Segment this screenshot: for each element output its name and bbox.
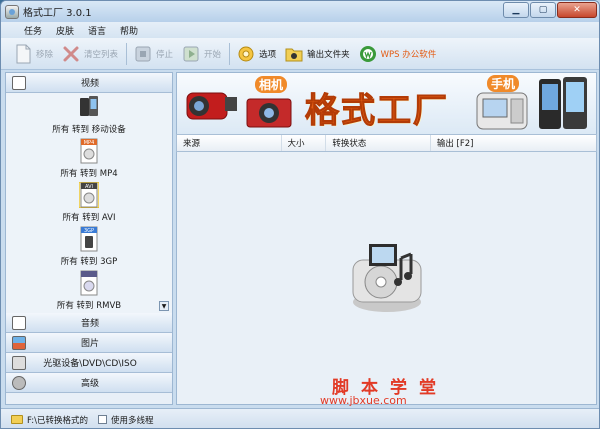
menu-language[interactable]: 语言 <box>81 22 113 38</box>
category-rom[interactable]: 光驱设备\DVD\CD\ISO <box>6 353 172 373</box>
maximize-button[interactable]: ▢ <box>530 2 556 18</box>
3gp-thumb-label: 3GP <box>84 228 94 234</box>
clear-list-label: 清空列表 <box>84 49 119 60</box>
camera-badge: 相机 <box>255 76 288 93</box>
window-controls: ▁ ▢ ✕ <box>502 2 597 18</box>
menu-bar: 任务 皮肤 语言 帮助 <box>1 22 599 38</box>
list-item-avi[interactable]: AVI 所有 转到 AVI <box>6 181 172 225</box>
options-button[interactable]: 选项 <box>236 43 276 65</box>
app-icon <box>5 4 19 19</box>
list-item-rmvb[interactable]: 所有 转到 RMVB <box>6 269 172 313</box>
video-camera-icon <box>186 92 237 120</box>
minimize-button[interactable]: ▁ <box>503 2 529 18</box>
column-header-output[interactable]: 输出 [F2] <box>431 135 596 151</box>
toolbar-separator <box>229 42 231 65</box>
watermark-url: www.jbxue.com <box>320 394 407 407</box>
document-icon <box>16 44 31 63</box>
advanced-tools-icon <box>12 375 26 390</box>
output-path-text[interactable]: F:\已转换格式的 <box>27 414 88 426</box>
multithread-label: 使用多线程 <box>110 415 154 426</box>
list-item-label: 所有 转到 RMVB <box>56 301 122 311</box>
photo-camera-icon <box>246 98 292 128</box>
category-advanced-label: 高级 <box>80 379 99 389</box>
menu-skin[interactable]: 皮肤 <box>49 22 81 38</box>
menu-help[interactable]: 帮助 <box>113 22 145 38</box>
app-window: 格式工厂 3.0.1 ▁ ▢ ✕ 任务 皮肤 语言 帮助 移除 清空列表 停止 … <box>0 0 600 429</box>
task-table-header: 来源 大小 转换状态 输出 [F2] <box>176 134 597 152</box>
multithread-checkbox[interactable] <box>97 415 107 424</box>
scroll-down-arrow[interactable]: ▼ <box>159 301 169 311</box>
column-header-status[interactable]: 转换状态 <box>326 135 431 151</box>
output-folder-label: 输出文件夹 <box>307 49 350 60</box>
list-item-label: 所有 转到 移动设备 <box>52 125 126 135</box>
status-bar: F:\已转换格式的 使用多线程 <box>1 408 599 428</box>
banner-title: 格式工厂 <box>305 91 449 132</box>
category-picture-label: 图片 <box>80 339 99 349</box>
output-folder-button[interactable]: 输出文件夹 <box>284 43 350 65</box>
delete-x-icon <box>63 46 79 61</box>
toolbar: 移除 清空列表 停止 开始 选项 输出文件夹 WPS 办公软件 <box>1 38 599 70</box>
wps-button[interactable]: WPS 办公软件 <box>358 43 437 65</box>
options-label: 选项 <box>259 49 277 60</box>
category-video[interactable]: 视频 <box>6 73 172 93</box>
category-panel: 视频 所有 转到 移动设备 MP4 所有 转到 MP4 AVI 所有 转到 AV… <box>5 72 173 405</box>
task-list-area[interactable] <box>176 152 597 405</box>
clear-list-button[interactable]: 清空列表 <box>61 43 118 65</box>
avi-thumb-label: AVI <box>85 184 93 190</box>
picture-icon <box>12 335 26 350</box>
remove-button[interactable]: 移除 <box>13 43 53 65</box>
category-video-label: 视频 <box>80 79 99 89</box>
remove-label: 移除 <box>36 49 54 60</box>
video-format-list: 所有 转到 移动设备 MP4 所有 转到 MP4 AVI 所有 转到 AVI 3… <box>6 93 172 313</box>
format-factory-logo-icon <box>352 244 422 312</box>
folder-icon <box>285 48 303 61</box>
music-note-icon <box>12 315 26 330</box>
stop-button[interactable]: 停止 <box>133 43 173 65</box>
start-label: 开始 <box>204 49 222 60</box>
wps-label: WPS 办公软件 <box>380 49 437 60</box>
banner: 相机 格式工厂 手机 <box>176 72 597 134</box>
category-rom-label: 光驱设备\DVD\CD\ISO <box>43 359 137 369</box>
wps-logo-icon <box>359 45 376 62</box>
gear-icon <box>238 46 254 61</box>
category-picture[interactable]: 图片 <box>6 333 172 353</box>
category-advanced[interactable]: 高级 <box>6 373 172 393</box>
pda-device-icon <box>476 92 528 130</box>
list-item-mobile[interactable]: 所有 转到 移动设备 <box>6 93 172 137</box>
mp4-file-icon: MP4 <box>80 138 98 164</box>
close-button[interactable]: ✕ <box>557 2 597 18</box>
category-audio[interactable]: 音频 <box>6 313 172 333</box>
folder-icon <box>11 415 23 424</box>
category-audio-label: 音频 <box>80 319 99 329</box>
list-item-mp4[interactable]: MP4 所有 转到 MP4 <box>6 137 172 181</box>
list-item-3gp[interactable]: 3GP 所有 转到 3GP <box>6 225 172 269</box>
menu-task[interactable]: 任务 <box>17 22 49 38</box>
disc-drive-icon <box>12 355 26 370</box>
list-item-label: 所有 转到 3GP <box>60 257 118 267</box>
film-icon <box>12 75 26 90</box>
rmvb-file-icon <box>80 270 98 296</box>
list-item-label: 所有 转到 MP4 <box>60 169 118 179</box>
start-button[interactable]: 开始 <box>181 43 221 65</box>
stop-icon <box>135 46 151 61</box>
3gp-file-icon: 3GP <box>80 226 98 252</box>
smartphone-icon <box>539 77 587 129</box>
title-bar: 格式工厂 3.0.1 ▁ ▢ ✕ <box>1 1 599 22</box>
stop-label: 停止 <box>156 49 174 60</box>
phone-badge: 手机 <box>487 75 520 92</box>
mp4-thumb-label: MP4 <box>84 140 95 146</box>
column-header-size[interactable]: 大小 <box>282 135 327 151</box>
column-header-source[interactable]: 来源 <box>177 135 282 151</box>
list-item-label: 所有 转到 AVI <box>62 213 116 223</box>
play-icon <box>183 46 199 61</box>
mobile-device-icon <box>80 96 98 116</box>
window-title: 格式工厂 3.0.1 <box>23 8 92 19</box>
toolbar-separator <box>126 42 128 65</box>
avi-file-icon: AVI <box>79 182 99 208</box>
